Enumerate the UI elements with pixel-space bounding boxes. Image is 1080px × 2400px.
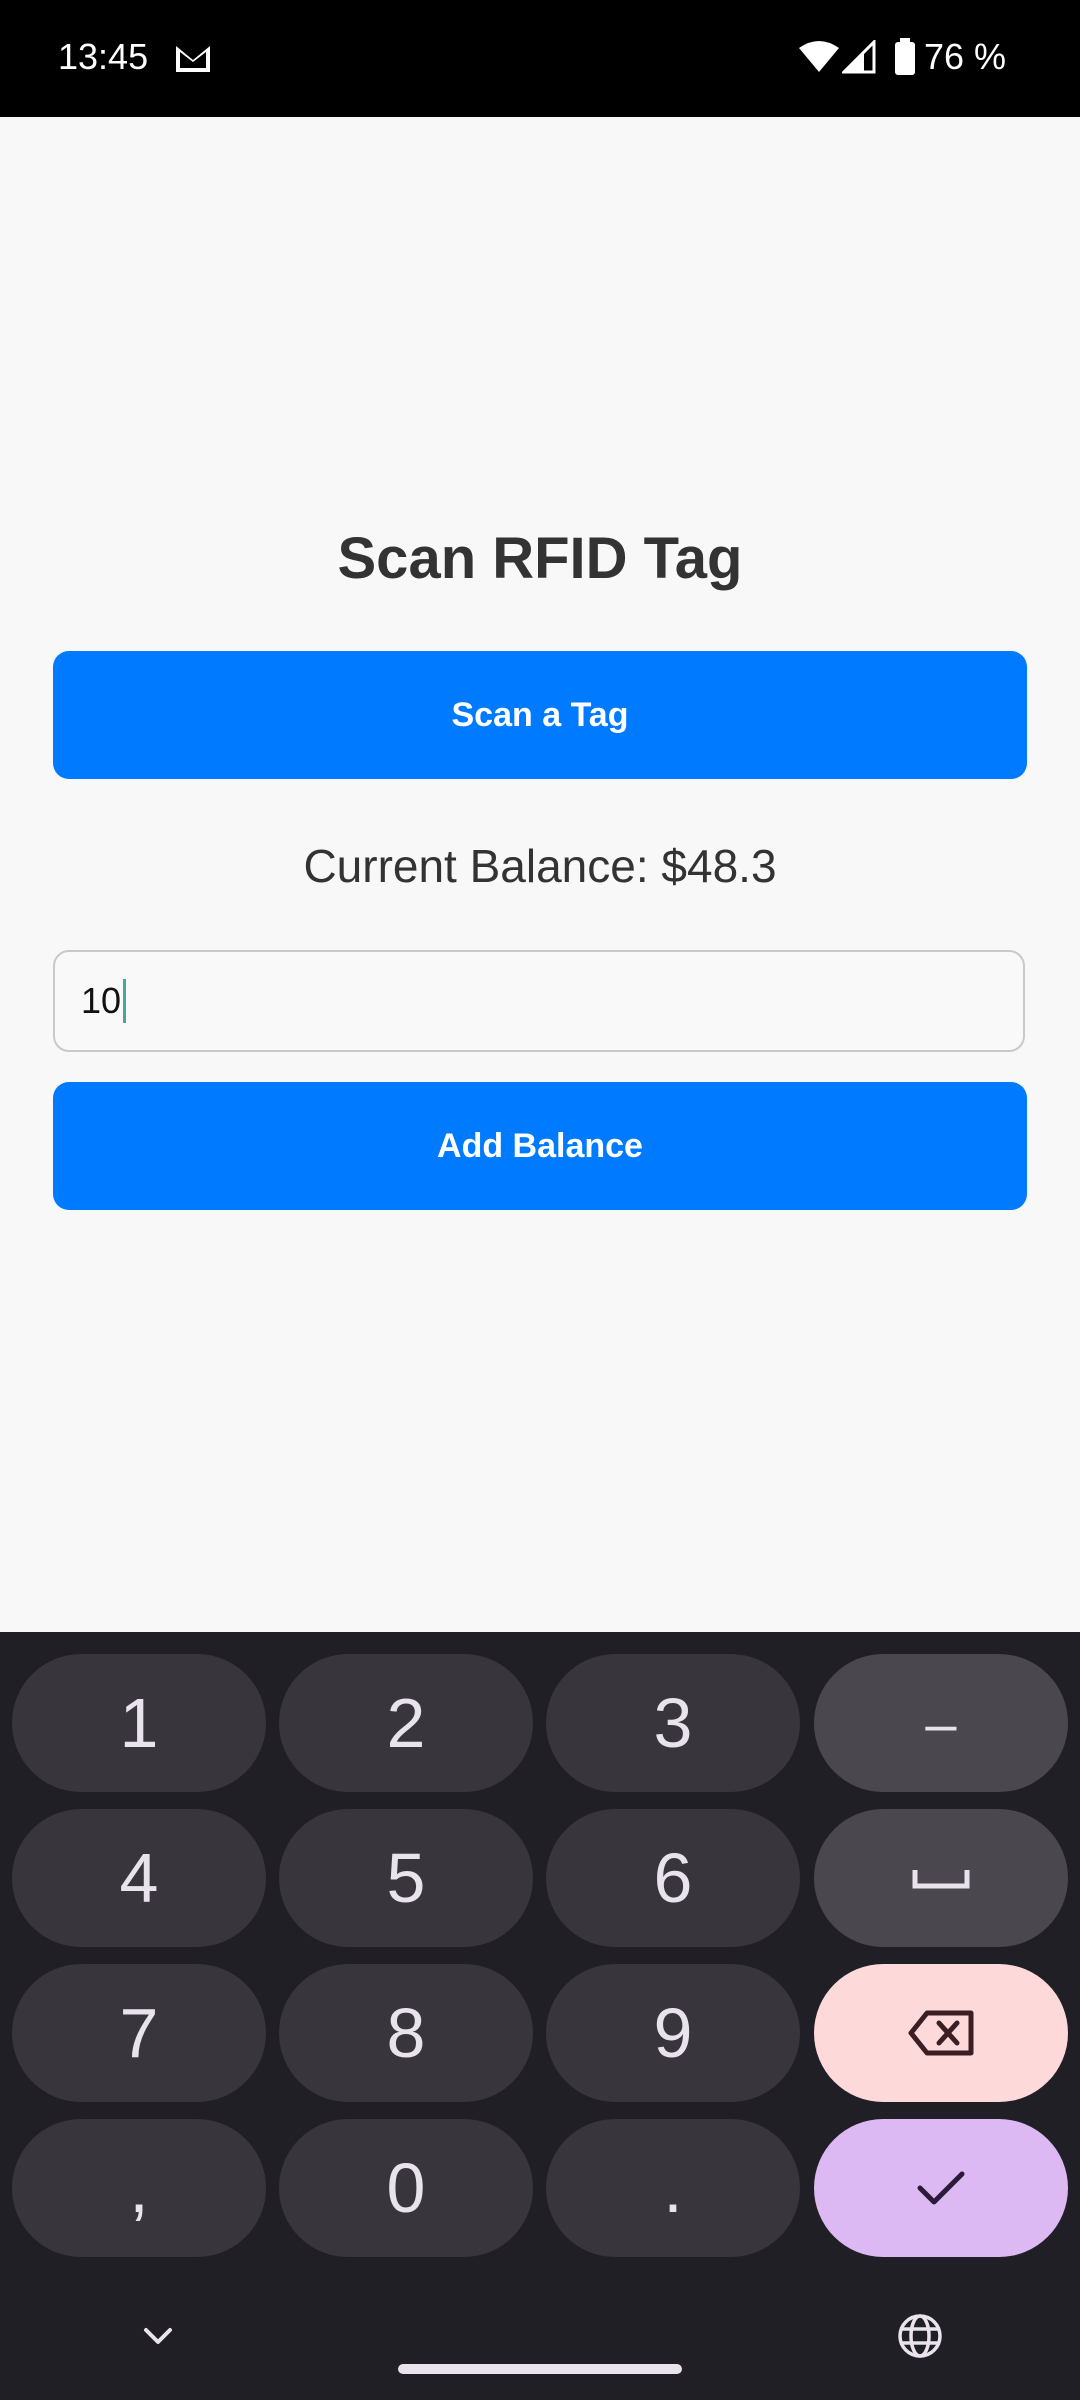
check-icon (917, 2171, 965, 2205)
key-3[interactable]: 3 (546, 1654, 800, 1792)
amount-input[interactable]: 10 (53, 950, 1025, 1052)
key-enter[interactable] (814, 2119, 1068, 2257)
battery-icon (895, 38, 915, 75)
space-bar-icon (912, 1870, 970, 1889)
status-bar: 13:45 76 % (0, 0, 1080, 117)
numeric-keyboard: 1 2 3 – 4 5 6 7 8 9 , 0 . (0, 1632, 1080, 2400)
wifi-icon (799, 41, 839, 72)
scan-tag-button[interactable]: Scan a Tag (53, 651, 1027, 779)
backspace-icon (908, 2010, 974, 2056)
key-delete[interactable] (814, 1964, 1068, 2102)
signal-icon (842, 40, 876, 74)
key-comma[interactable]: , (12, 2119, 266, 2257)
page-title: Scan RFID Tag (337, 526, 743, 591)
key-1[interactable]: 1 (12, 1654, 266, 1792)
chevron-down-icon[interactable] (138, 2322, 178, 2352)
add-balance-button[interactable]: Add Balance (53, 1082, 1027, 1210)
amount-input-value: 10 (81, 980, 122, 1021)
app-content: Scan RFID Tag Scan a Tag Current Balance… (0, 117, 1080, 1632)
home-indicator[interactable] (398, 2364, 682, 2374)
key-2[interactable]: 2 (279, 1654, 533, 1792)
key-0[interactable]: 0 (279, 2119, 533, 2257)
globe-icon[interactable] (896, 2312, 944, 2360)
mail-icon (176, 46, 210, 72)
key-6[interactable]: 6 (546, 1809, 800, 1947)
status-time: 13:45 (58, 36, 149, 77)
key-9[interactable]: 9 (546, 1964, 800, 2102)
key-5[interactable]: 5 (279, 1809, 533, 1947)
key-7[interactable]: 7 (12, 1964, 266, 2102)
key-4[interactable]: 4 (12, 1809, 266, 1947)
key-period[interactable]: . (546, 2119, 800, 2257)
key-minus[interactable]: – (814, 1654, 1068, 1792)
text-caret (123, 979, 127, 1023)
key-space[interactable] (814, 1809, 1068, 1947)
key-8[interactable]: 8 (279, 1964, 533, 2102)
current-balance: Current Balance: $48.3 (303, 840, 777, 892)
battery-percent: 76 % (924, 36, 1007, 77)
